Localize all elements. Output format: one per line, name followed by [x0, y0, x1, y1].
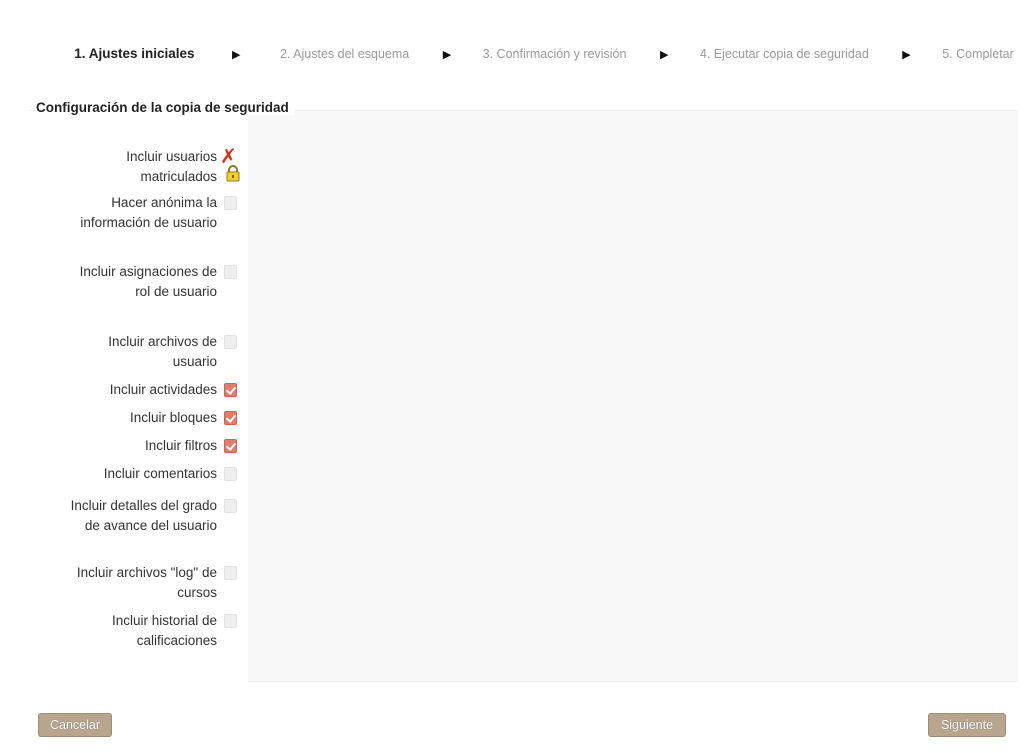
step-5: 5. Completar [942, 47, 1014, 61]
setting-label: Incluir historial de calificaciones [111, 613, 217, 648]
setting-label: Incluir filtros [144, 438, 217, 453]
triangle-right-icon: ▶ [659, 49, 669, 61]
setting-label: Incluir archivos de usuario [108, 334, 217, 369]
setting-label: Incluir comentarios [103, 466, 217, 481]
setting-checkbox [224, 614, 237, 628]
triangle-right-icon: ▶ [232, 49, 241, 61]
setting-checkbox[interactable] [224, 383, 237, 397]
setting-checkbox [224, 335, 237, 349]
progress-steps: 1. Ajustes iniciales ▶ 2. Ajustes del es… [74, 44, 1014, 65]
triangle-right-icon: ▶ [442, 49, 452, 61]
step-1: 1. Ajustes iniciales [74, 46, 195, 61]
setting-checkbox [224, 566, 237, 580]
setting-label: Incluir asignaciones de rol de usuario [79, 264, 217, 299]
setting-label: Incluir detalles del grado de avance del… [70, 498, 217, 533]
setting-label: Hacer anónima la información de usuario [80, 195, 217, 230]
setting-label: Incluir usuarios matriculados [126, 149, 217, 184]
setting-checkbox [224, 265, 237, 279]
step-4: 4. Ejecutar copia de seguridad [699, 47, 869, 61]
backup-settings-fieldset: Configuración de la copia de seguridad I… [30, 98, 1018, 682]
cancel-button[interactable]: Cancelar [38, 713, 112, 737]
setting-checkbox [224, 196, 237, 210]
cross-icon: ✗ [220, 146, 237, 168]
lock-icon[interactable] [225, 165, 241, 187]
setting-label: Incluir bloques [129, 410, 217, 425]
setting-checkbox [224, 467, 237, 481]
next-button[interactable]: Siguiente [928, 713, 1006, 737]
fieldset-legend: Configuración de la copia de seguridad [36, 100, 295, 115]
setting-checkbox[interactable] [224, 439, 237, 453]
settings-content-panel [248, 111, 1018, 682]
setting-checkbox[interactable] [224, 411, 237, 425]
triangle-right-icon: ▶ [902, 49, 911, 61]
step-2: 2. Ajustes del esquema [279, 47, 410, 61]
setting-checkbox [224, 499, 237, 513]
step-3: 3. Confirmación y revisión [482, 47, 627, 61]
setting-label: Incluir archivos "log" de cursos [76, 565, 217, 600]
setting-label: Incluir actividades [109, 382, 217, 397]
setting-locked-control: ✗ [220, 146, 260, 187]
